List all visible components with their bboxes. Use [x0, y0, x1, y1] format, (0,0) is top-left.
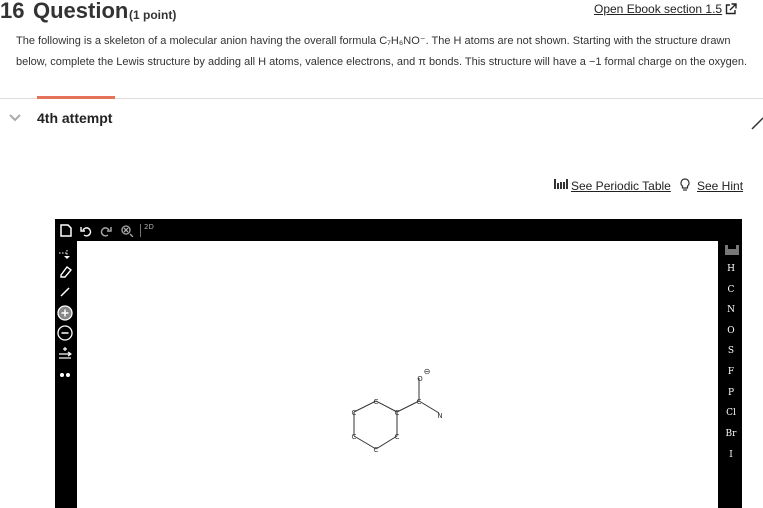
question-text: The following is a skeleton of a molecul… [16, 31, 751, 73]
redo-icon[interactable] [100, 225, 112, 237]
element-f[interactable]: F [722, 367, 740, 377]
positive-charge-icon[interactable] [57, 305, 73, 321]
periodic-table-icon[interactable] [554, 178, 568, 190]
see-periodic-table-link[interactable]: See Periodic Table [571, 179, 671, 193]
attempt-label[interactable]: 4th attempt [37, 110, 112, 126]
question-text-line-1: The following is a skeleton of a molecul… [16, 35, 731, 47]
periodic-table-picker-icon[interactable] [725, 245, 739, 255]
question-title: Question [33, 0, 129, 23]
clean-structure-icon[interactable] [120, 224, 134, 237]
chevron-down-icon[interactable] [8, 113, 22, 123]
element-n[interactable]: N [722, 305, 740, 315]
element-c[interactable]: C [722, 285, 740, 295]
single-bond-icon[interactable] [58, 285, 72, 299]
element-s[interactable]: S [722, 346, 740, 356]
element-cl[interactable]: Cl [722, 408, 740, 418]
eraser-icon[interactable] [58, 264, 72, 278]
2d-label: 2D [144, 223, 154, 231]
external-link-icon[interactable] [725, 3, 737, 15]
reaction-arrow-icon[interactable] [58, 346, 72, 360]
new-document-icon[interactable] [60, 224, 72, 237]
element-br[interactable]: Br [722, 429, 740, 439]
open-ebook-link[interactable]: Open Ebook section 1.5 [594, 2, 722, 16]
element-o[interactable]: O [722, 326, 740, 336]
lightbulb-icon[interactable] [679, 178, 691, 192]
drawing-canvas[interactable] [77, 241, 718, 508]
element-i[interactable]: I [722, 450, 740, 460]
element-h[interactable]: H [722, 264, 740, 274]
undo-icon[interactable] [80, 225, 92, 237]
see-hint-link[interactable]: See Hint [697, 179, 743, 193]
question-points: (1 point) [129, 8, 177, 22]
question-text-line-2: below, complete the Lewis structure by a… [16, 56, 748, 68]
negative-charge-icon[interactable] [57, 325, 73, 341]
element-p[interactable]: P [722, 388, 740, 398]
active-attempt-indicator [37, 96, 115, 99]
select-icon[interactable] [58, 247, 72, 259]
electron-pair-icon[interactable] [58, 371, 72, 379]
2d-3d-toggle-icon[interactable]: 2D [140, 224, 160, 237]
pencil-stroke-icon [751, 117, 763, 130]
question-number: 16 [0, 0, 25, 23]
